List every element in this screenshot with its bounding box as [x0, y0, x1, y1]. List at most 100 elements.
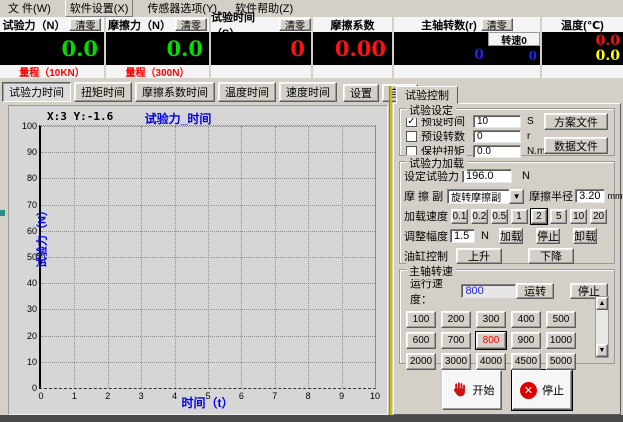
speed-preset-700[interactable]: 700 [441, 332, 471, 349]
scroll-up-icon[interactable]: ▲ [596, 297, 608, 310]
load-speed-1[interactable]: 1 [511, 209, 528, 224]
speed-preset-800[interactable]: 800 [476, 332, 506, 349]
chart-plot[interactable]: 0102030405060708090100012345678910 [39, 125, 376, 389]
spindle-speed-subvalue-panel: 0 [488, 46, 540, 65]
tab-curve-2[interactable]: 摩擦系数时间 [135, 82, 215, 102]
display-spindle-revs-header: 主轴转数(r) 清零 [394, 17, 540, 32]
data-file-button[interactable]: 数据文件 [544, 137, 608, 154]
friction-radius-field[interactable]: 3.20 [575, 189, 604, 203]
display-friction-force-title: 摩擦力（N） [108, 17, 171, 33]
display-spindle-revs: 主轴转数(r) 清零 0 转速0 0 [394, 17, 540, 79]
scroll-down-icon[interactable]: ▼ [596, 344, 608, 357]
speed-preset-900[interactable]: 900 [511, 332, 541, 349]
load-speed-2[interactable]: 2 [531, 209, 548, 224]
loading-stop-button[interactable]: 停止 [536, 228, 560, 244]
cylinder-up-button[interactable]: 上升 [456, 248, 502, 264]
chart-settings-button[interactable]: 设置 [343, 84, 379, 102]
tab-curve-1[interactable]: 扭矩时间 [74, 82, 132, 102]
load-speed-10[interactable]: 10 [570, 209, 587, 224]
speed-preset-1000[interactable]: 1000 [546, 332, 576, 349]
y-tick-label: 30 [13, 304, 37, 314]
friction-pair-row: 摩 擦 副 旋转摩擦副 ▼ 摩擦半径 3.20 mm [404, 188, 610, 204]
speed-preset-5000[interactable]: 5000 [546, 353, 576, 370]
display-temperature-value-panel: 0.0 0.0 [542, 32, 623, 65]
display-spindle-revs-title: 主轴转数(r) [421, 17, 477, 33]
speed-preset-200[interactable]: 200 [441, 311, 471, 328]
clear-test-force-button[interactable]: 清零 [69, 18, 101, 31]
display-friction-coeff: 摩擦系数 0.00 [313, 17, 392, 79]
test-force-range-label: 量程（10KN） [0, 65, 104, 78]
friction-pair-combo[interactable]: 旋转摩擦副 ▼ [447, 189, 524, 204]
menu-item-1[interactable]: 软件设置(X) [65, 0, 134, 17]
gridline-v [175, 126, 176, 388]
menu-bar: 文 件(W)软件设置(X)传感器选项(Y)软件帮助(Z) [0, 0, 623, 16]
friction-pair-value: 旋转摩擦副 [447, 189, 509, 204]
gridline-v [342, 126, 343, 388]
spindle-speed-subpanel: 转速0 0 [488, 32, 540, 65]
display-friction-coeff-value-panel: 0.00 [313, 32, 392, 65]
speed-preset-4500[interactable]: 4500 [511, 353, 541, 370]
speed-preset-100[interactable]: 100 [406, 311, 436, 328]
control-panel-frame: 试验设定 ✓预设时间10S预设转数0r保护扭矩0.0N.m 方案文件 数据文件 … [393, 103, 621, 415]
app-window: 文 件(W)软件设置(X)传感器选项(Y)软件帮助(Z) 试验力（N） 清零 0… [0, 0, 623, 422]
panel-divider [389, 86, 392, 415]
stop-button[interactable]: ✕ 停止 [512, 370, 572, 410]
clear-test-time-button[interactable]: 清零 [279, 18, 311, 31]
speed-preset-300[interactable]: 300 [476, 311, 506, 328]
spindle-revs-footer [394, 65, 540, 78]
setup-field-0[interactable]: 10 [473, 115, 521, 128]
setup-field-2[interactable]: 0.0 [473, 145, 521, 158]
y-tick-label: 100 [13, 121, 37, 131]
tab-curve-3[interactable]: 温度时间 [218, 82, 276, 102]
cylinder-down-button[interactable]: 下降 [528, 248, 574, 264]
run-speed-label: 运行速度： [410, 275, 457, 307]
speed-preset-500[interactable]: 500 [546, 311, 576, 328]
load-button[interactable]: 加载 [499, 228, 523, 244]
tab-test-control[interactable]: 试验控制 [396, 86, 458, 104]
chevron-down-icon[interactable]: ▼ [509, 189, 524, 204]
group-spindle-speed-title: 主轴转速 [406, 263, 456, 279]
gridline-v [141, 126, 142, 388]
stop-button-label: 停止 [542, 382, 564, 398]
plan-file-button[interactable]: 方案文件 [544, 113, 608, 130]
menu-item-0[interactable]: 文 件(W) [4, 0, 55, 16]
display-test-time-header: 试验时间（S） 清零 [211, 17, 311, 32]
setup-unit-2: N.m [527, 146, 545, 157]
test-force-value: 0.0 [61, 36, 98, 61]
display-test-time-value-panel: 0 [211, 32, 311, 65]
adjust-field[interactable]: 1.5 [450, 229, 475, 243]
load-speed-0.1[interactable]: 0.1 [451, 209, 468, 224]
start-button-label: 开始 [473, 382, 495, 398]
gridline-v [308, 126, 309, 388]
display-strip: 试验力（N） 清零 0.0 量程（10KN） 摩擦力（N） 清零 0.0 量程（… [0, 17, 623, 79]
speed-preset-600[interactable]: 600 [406, 332, 436, 349]
spindle-run-button[interactable]: 运转 [516, 283, 554, 299]
clear-friction-force-button[interactable]: 清零 [175, 18, 207, 31]
speed-preset-400[interactable]: 400 [511, 311, 541, 328]
temperature-footer [542, 65, 623, 78]
set-force-field[interactable]: 196.0 [462, 169, 512, 183]
load-speed-5[interactable]: 5 [550, 209, 567, 224]
clear-spindle-revs-button[interactable]: 清零 [481, 18, 513, 31]
display-friction-coeff-title: 摩擦系数 [331, 17, 375, 33]
unload-button[interactable]: 卸载 [573, 228, 597, 244]
speed-preset-2000[interactable]: 2000 [406, 353, 436, 370]
spindle-speed-sublabel: 转速0 [488, 32, 540, 46]
tab-curve-4[interactable]: 速度时间 [279, 82, 337, 102]
run-speed-field[interactable]: 800 [461, 284, 516, 298]
display-test-time: 试验时间（S） 清零 0 [211, 17, 311, 79]
menu-item-2[interactable]: 传感器选项(Y) [143, 0, 221, 16]
checkbox-1[interactable] [406, 131, 417, 142]
y-tick-label: 90 [13, 147, 37, 157]
setup-field-1[interactable]: 0 [473, 130, 521, 143]
load-speed-0.5[interactable]: 0.5 [491, 209, 508, 224]
setup-unit-1: r [527, 131, 530, 142]
load-speed-0.2[interactable]: 0.2 [471, 209, 488, 224]
speed-grid-scrollbar[interactable]: ▲ ▼ [595, 296, 609, 358]
speed-preset-3000[interactable]: 3000 [441, 353, 471, 370]
load-speed-20[interactable]: 20 [590, 209, 607, 224]
start-button[interactable]: 开始 [442, 370, 502, 410]
speed-preset-4000[interactable]: 4000 [476, 353, 506, 370]
tab-curve-0[interactable]: 试验力时间 [2, 82, 71, 102]
group-test-setup-title: 试验设定 [406, 102, 456, 118]
